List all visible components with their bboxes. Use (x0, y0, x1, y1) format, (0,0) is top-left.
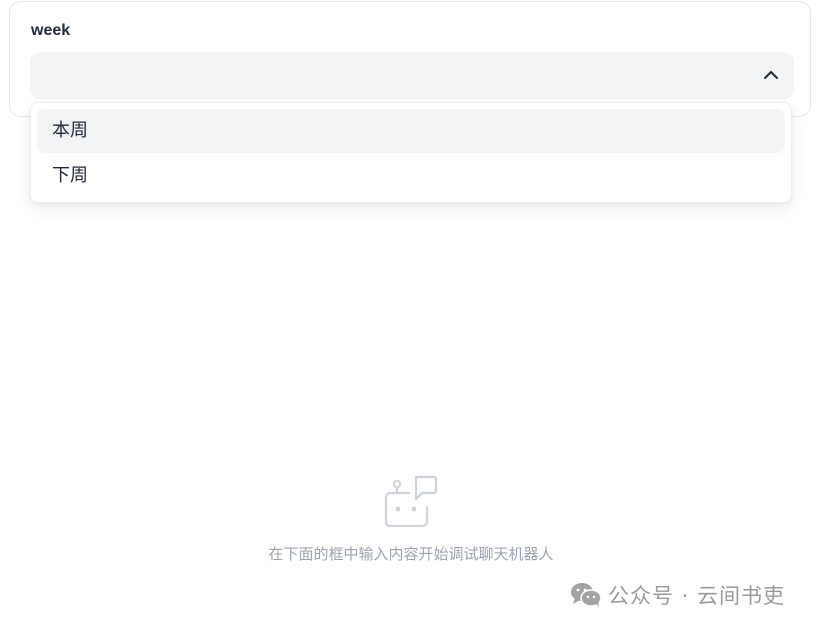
empty-state-text: 在下面的框中输入内容开始调试聊天机器人 (268, 545, 554, 563)
watermark-text: 公众号 · 云间书吏 (608, 584, 786, 608)
option-this-week[interactable]: 本周 (37, 109, 785, 153)
week-field-label: week (31, 22, 71, 39)
week-field-card: week (9, 1, 811, 117)
option-next-week[interactable]: 下周 (37, 154, 785, 198)
week-dropdown-menu: 本周 下周 (30, 102, 792, 203)
wechat-icon (571, 583, 602, 607)
watermark: 公众号 · 云间书吏 (570, 580, 785, 610)
chat-robot-icon (384, 475, 438, 528)
page: week 本周 下周 在下面的框中输入内容开始调试聊天机器人 公众号 · 云间书… (0, 0, 816, 629)
chevron-up-icon (764, 71, 778, 79)
week-select[interactable] (30, 52, 794, 98)
